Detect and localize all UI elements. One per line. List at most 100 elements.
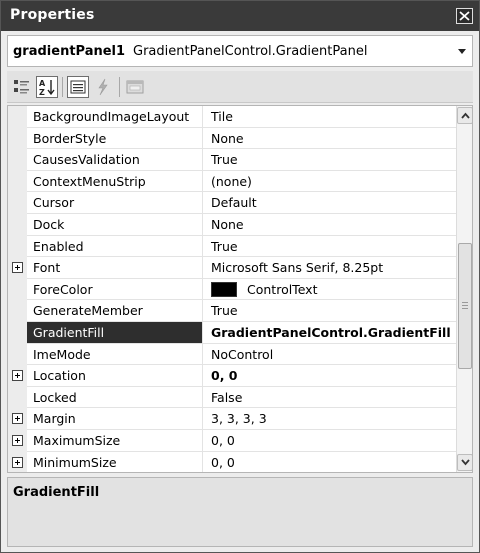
property-value[interactable]: None [203,128,456,150]
scroll-up-button[interactable] [457,107,472,124]
property-value[interactable]: Tile [203,106,456,128]
property-row[interactable]: Font Microsoft Sans Serif, 8.25pt [8,257,456,279]
property-name: BackgroundImageLayout [27,106,203,128]
property-value[interactable]: 3, 3, 3, 3 [203,408,456,430]
toolbar-separator [119,77,120,97]
property-row[interactable]: Dock None [8,214,456,236]
property-name: ImeMode [27,343,203,366]
property-row[interactable]: GradientFill GradientPanelControl.Gradien… [8,322,456,344]
property-value[interactable]: (none) [203,171,456,193]
property-row[interactable]: Locked False [8,386,456,409]
property-name: Margin [27,408,203,430]
chevron-up-icon [461,112,470,119]
property-value-text: ControlText [247,281,318,297]
property-name: Font [27,257,203,279]
property-value[interactable]: True [203,300,456,322]
row-margin [8,127,27,150]
property-name: Enabled [27,235,203,258]
property-row[interactable]: Location 0, 0 [8,365,456,387]
property-row[interactable]: BorderStyle None [8,127,456,150]
alphabetical-icon: A Z [39,79,55,97]
property-name: CausesValidation [27,149,203,171]
close-button[interactable] [456,8,473,24]
toolbar-separator [62,77,63,97]
title-bar: Properties [1,1,479,31]
description-panel: GradientFill [7,477,473,547]
property-name: GradientFill [27,322,203,344]
svg-text:Z: Z [39,88,45,97]
categorized-icon [14,80,29,94]
property-row[interactable]: MaximumSize 0, 0 [8,430,456,452]
property-name: Locked [27,386,203,409]
row-margin [8,170,27,193]
row-margin [8,386,27,409]
chevron-down-icon [461,459,470,466]
property-pages-button[interactable] [124,76,146,98]
properties-button[interactable] [67,76,89,98]
property-rows: BackgroundImageLayout Tile BorderStyle None… [8,106,456,472]
property-value[interactable]: GradientPanelControl.GradientFill [203,322,456,344]
row-margin [8,322,27,344]
expand-plus-icon[interactable] [12,413,23,425]
expand-plus-icon[interactable] [12,456,23,468]
row-margin [8,408,27,430]
row-margin [8,192,27,214]
property-value[interactable]: 0, 0 [203,452,456,472]
property-row[interactable]: ContextMenuStrip (none) [8,170,456,193]
property-name: MinimumSize [27,451,203,472]
property-row[interactable]: MinimumSize 0, 0 [8,451,456,472]
properties-icon [70,80,86,94]
row-margin [8,235,27,258]
property-pages-icon [126,80,144,94]
property-value[interactable]: None [203,214,456,236]
property-name: MaximumSize [27,430,203,452]
row-margin [8,300,27,322]
property-row[interactable]: GenerateMember True [8,300,456,322]
color-swatch [211,281,237,297]
property-value[interactable]: False [203,387,456,409]
property-value[interactable]: True [203,236,456,258]
vertical-scrollbar[interactable] [456,106,472,472]
property-name: Dock [27,214,203,236]
row-margin [8,149,27,171]
events-lightning-icon [98,78,108,96]
property-grid: BackgroundImageLayout Tile BorderStyle None… [7,105,473,473]
row-margin [8,257,27,279]
scroll-down-button[interactable] [457,454,472,471]
property-row[interactable]: ImeMode NoControl [8,343,456,366]
property-name: Location [27,365,203,387]
scroll-thumb[interactable] [458,243,472,369]
property-value[interactable]: ControlText [203,279,456,301]
property-value[interactable]: 0, 0 [203,365,456,387]
property-row[interactable]: Cursor Default [8,192,456,214]
property-value[interactable]: True [203,149,456,171]
property-value[interactable]: 0, 0 [203,430,456,452]
property-value[interactable]: Default [203,192,456,214]
selected-object-name: gradientPanel1 [13,44,126,59]
property-row[interactable]: ForeColor ControlText [8,278,456,301]
row-margin [8,365,27,387]
property-name: ContextMenuStrip [27,170,203,193]
object-selector-dropdown[interactable]: gradientPanel1 GradientPanelControl.Grad… [7,35,473,67]
property-value[interactable]: Microsoft Sans Serif, 8.25pt [203,257,456,279]
row-margin [8,343,27,366]
row-margin [8,278,27,301]
alphabetical-button[interactable]: A Z [36,76,58,98]
dropdown-arrow-icon[interactable] [458,49,466,54]
events-button[interactable] [92,76,114,98]
property-value[interactable]: NoControl [203,344,456,366]
expand-plus-icon[interactable] [12,435,23,446]
svg-text:A: A [39,79,46,88]
row-margin [8,214,27,236]
selected-object-type: GradientPanelControl.GradientPanel [133,44,368,59]
property-row[interactable]: BackgroundImageLayout Tile [8,106,456,128]
property-name: GenerateMember [27,300,203,322]
expand-plus-icon[interactable] [12,262,23,274]
expand-plus-icon[interactable] [12,370,23,382]
categorized-button[interactable] [11,76,33,98]
close-icon [459,11,470,21]
property-row[interactable]: Margin 3, 3, 3, 3 [8,408,456,430]
row-margin [8,451,27,472]
property-row[interactable]: CausesValidation True [8,149,456,171]
property-row[interactable]: Enabled True [8,235,456,258]
